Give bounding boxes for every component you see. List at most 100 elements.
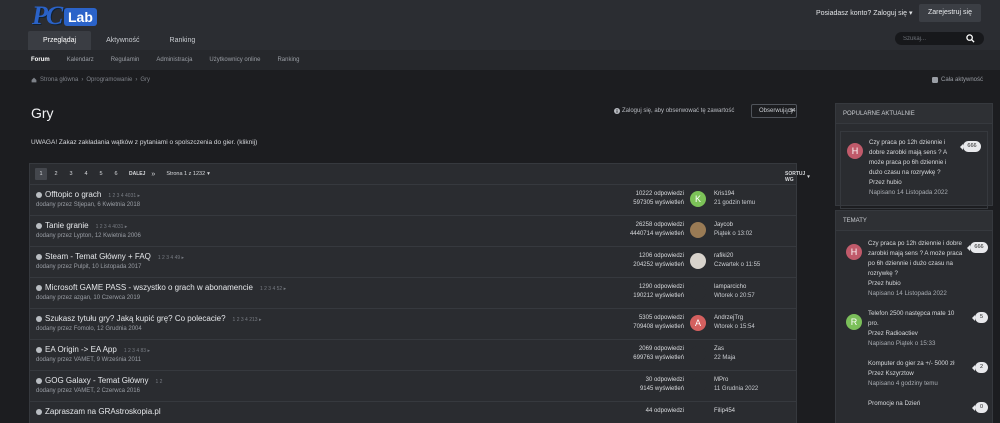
sort-dropdown[interactable]: SORTUJ WG ▾ (785, 171, 810, 183)
topic-status-icon (36, 285, 42, 291)
avatar[interactable]: R (846, 314, 862, 330)
sidebar-topic-author[interactable]: Przez Kszyrztow (868, 369, 966, 379)
topic-views: 709408 wyświetleń (633, 324, 684, 330)
avatar[interactable] (690, 222, 706, 238)
topic-title-link[interactable]: Szukasz tytułu gry? Jaką kupić grę? Co p… (45, 314, 261, 323)
last-post-user[interactable]: Jaycob (714, 221, 752, 230)
table-row: Microsoft GAME PASS - wszystko o grach w… (30, 277, 796, 308)
topic-mini-pager[interactable]: 1 2 3 4 52 ▸ (260, 286, 286, 292)
topic-title-link[interactable]: Offtopic o grach 1 2 3 4 4031 ▸ (45, 190, 140, 199)
last-post-user[interactable]: MPro (714, 376, 758, 385)
last-post-info: rafiki20 Czwartek o 11:55 (714, 252, 760, 270)
avatar[interactable] (690, 284, 706, 300)
last-post-info: Zas 22 Maja (714, 345, 735, 363)
topic-title-link[interactable]: Microsoft GAME PASS - wszystko o grach w… (45, 283, 286, 292)
topic-title-link[interactable]: Tanie granie 1 2 3 4 4031 ▸ (45, 221, 127, 230)
sidebar-topic-author[interactable]: Przez hubio (868, 279, 966, 289)
page-jump-dropdown[interactable]: Strona 1 z 1232 ▾ (166, 171, 210, 177)
sidebar-topic-link[interactable]: Telefon 2500 następca mate 10 pro. (868, 309, 966, 329)
avatar[interactable] (690, 377, 706, 393)
last-post-user[interactable]: Zas (714, 345, 735, 354)
breadcrumb: Strona główna › Oprogramowanie › Gry (31, 77, 150, 83)
tab-browse[interactable]: Przeglądaj (28, 31, 92, 50)
topic-byline: dodany przez Lypton, 12 Kwietnia 2006 (36, 233, 141, 239)
topic-mini-pager[interactable]: 1 2 3 4 4031 ▸ (96, 224, 128, 230)
sidebar-topic-link[interactable]: Promocje na Dzień (868, 399, 966, 409)
sort-label: SORTUJ WG (785, 171, 806, 183)
topic-title-link[interactable]: Zapraszam na GRAstroskopia.pl (45, 407, 161, 416)
avatar[interactable]: K (690, 191, 706, 207)
login-to-follow[interactable]: Zaloguj się, aby obserwować tę zawartość (614, 108, 734, 114)
topic-title-link[interactable]: EA Origin -> EA App 1 2 3 4 83 ▸ (45, 345, 150, 354)
login-dropdown-link[interactable]: Posiadasz konto? Zaloguj się ▾ (816, 9, 913, 17)
sidebar-topic-author[interactable]: Przez Radioactiev (868, 329, 966, 339)
avatar[interactable] (690, 253, 706, 269)
last-post-time: Wtorek o 20:57 (714, 293, 755, 299)
topic-title-link[interactable]: GOG Galaxy - Temat Główny 1 2 (45, 376, 162, 385)
page-1-button[interactable]: 1 (35, 168, 47, 180)
sidebar-topic-author[interactable]: Przez hubio (869, 178, 959, 188)
topic-mini-pager[interactable]: 1 2 3 4 49 ▸ (158, 255, 184, 261)
last-post-user[interactable]: AndrzejTrg (714, 314, 755, 323)
tab-ranking[interactable]: Ranking (155, 31, 211, 50)
popular-now-widget: POPULARNE AKTUALNIE H Czy praca po 12h d… (835, 103, 993, 209)
last-post-user[interactable]: Kris194 (714, 190, 755, 199)
topic-byline: dodany przez VAMET, 9 Września 2011 (36, 357, 142, 363)
list-item: Komputer do gier za +/- 5000 zł Przez Ks… (846, 359, 988, 389)
page-2-button[interactable]: 2 (50, 168, 62, 180)
topic-mini-pager[interactable]: 1 2 (155, 379, 162, 385)
topic-views: 4440714 wyświetleń (629, 231, 684, 237)
subnav-administration[interactable]: Administracja (156, 50, 192, 70)
subnav-calendar[interactable]: Kalendarz (67, 50, 94, 70)
topic-title-link[interactable]: Steam - Temat Główny + FAQ 1 2 3 4 49 ▸ (45, 252, 184, 261)
table-row: EA Origin -> EA App 1 2 3 4 83 ▸ dodany p… (30, 339, 796, 370)
page-4-button[interactable]: 4 (80, 168, 92, 180)
subnav-forum[interactable]: Forum (31, 50, 50, 70)
sidebar-topic-date: Napisano 14 Listopada 2022 (869, 189, 948, 196)
subnav-online-users[interactable]: Użytkownicy online (209, 50, 260, 70)
page-3-button[interactable]: 3 (65, 168, 77, 180)
avatar[interactable]: H (847, 143, 863, 159)
home-icon (31, 77, 37, 83)
sidebar-topic-link[interactable]: Czy praca po 12h dziennie i dobre zarobk… (868, 239, 966, 279)
topic-replies: 30 odpowiedzi (645, 377, 684, 383)
next-page-button[interactable]: DALEJ (129, 171, 145, 177)
sidebar-topic-date: Napisano 14 Listopada 2022 (868, 290, 947, 297)
register-button[interactable]: Zarejestruj się (919, 4, 981, 22)
topic-replies: 1206 odpowiedzi (638, 253, 684, 259)
topics-widget: TEMATY H Czy praca po 12h dziennie i dob… (835, 210, 993, 423)
subnav-rules[interactable]: Regulamin (111, 50, 140, 70)
avatar[interactable] (690, 346, 706, 362)
topic-mini-pager[interactable]: 1 2 3 4 4031 ▸ (108, 193, 140, 199)
topic-mini-pager[interactable]: 1 2 3 4 213 ▸ (233, 317, 262, 323)
sidebar-topic-link[interactable]: Czy praca po 12h dziennie i dobre zarobk… (869, 138, 959, 178)
notice-text[interactable]: UWAGA! Zakaz zakładania wątków z pytania… (31, 139, 257, 146)
topic-mini-pager[interactable]: 1 2 3 4 83 ▸ (124, 348, 150, 354)
breadcrumb-home[interactable]: Strona główna (40, 77, 78, 83)
sidebar-topic-link[interactable]: Komputer do gier za +/- 5000 zł (868, 359, 966, 369)
topic-byline: dodany przez Stjepan, 6 Kwietnia 2018 (36, 202, 141, 208)
topic-status-icon (36, 192, 42, 198)
page-6-button[interactable]: 6 (110, 168, 122, 180)
page-of-label: Strona 1 z 1232 (166, 171, 206, 177)
search-input[interactable] (903, 32, 963, 45)
list-item: R Telefon 2500 następca mate 10 pro. Prz… (846, 309, 988, 349)
last-post-user[interactable]: lamparcicho (714, 283, 755, 292)
last-post-user[interactable]: rafiki20 (714, 252, 760, 261)
tab-activity[interactable]: Aktywność (91, 31, 154, 50)
followers-button[interactable]: Obserwujący 94 (751, 104, 797, 118)
last-page-button[interactable]: » (151, 171, 155, 178)
topic-stats: 2069 odpowiedzi 699763 wyświetleń (633, 345, 684, 363)
last-post-user[interactable]: Filip454 (714, 407, 735, 416)
last-post-time: Czwartek o 11:55 (714, 262, 761, 268)
avatar[interactable]: H (846, 244, 862, 260)
avatar[interactable]: A (690, 315, 706, 331)
subnav-ranking[interactable]: Ranking (277, 50, 299, 70)
page-5-button[interactable]: 5 (95, 168, 107, 180)
search-icon[interactable] (966, 34, 975, 43)
last-post-info: lamparcicho Wtorek o 20:57 (714, 283, 755, 301)
breadcrumb-software[interactable]: Oprogramowanie (86, 77, 132, 83)
topic-replies: 1290 odpowiedzi (638, 284, 684, 290)
all-activity-link[interactable]: Cała aktywność (932, 77, 983, 83)
pclab-logo[interactable]: PC Lab (32, 2, 104, 30)
